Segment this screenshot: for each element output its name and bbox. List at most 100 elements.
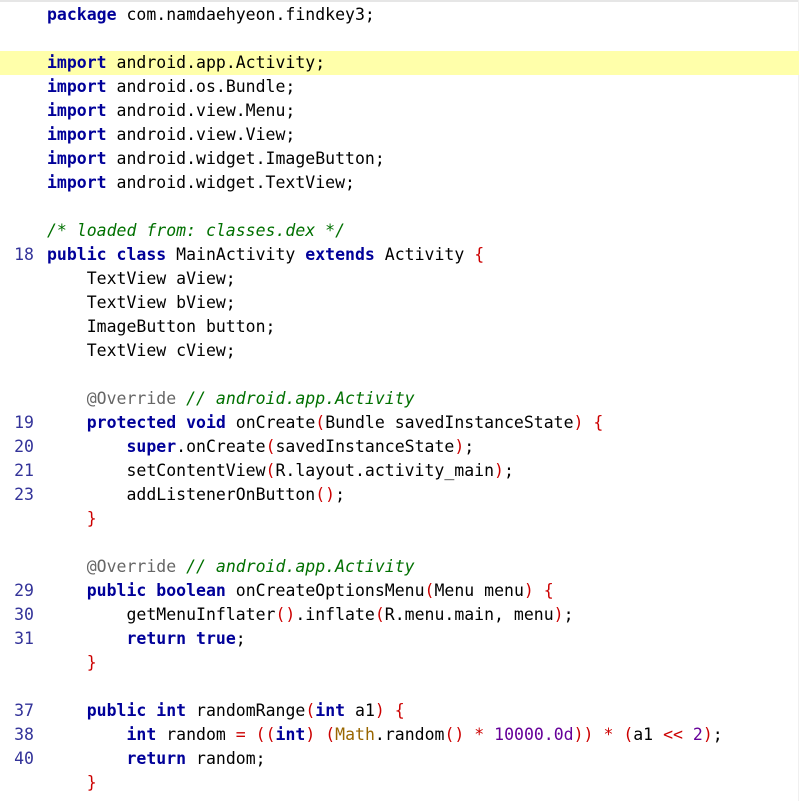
code-token: android.app.Activity; [106,53,326,72]
code-line[interactable]: TextView cView; [0,339,799,363]
code-line[interactable]: 37 public int randomRange(int a1) { [0,699,799,723]
code-line[interactable]: package com.namdaehyeon.findkey3; [0,3,799,27]
line-number: 38 [14,725,34,744]
code-line[interactable] [0,27,799,51]
code-line[interactable]: 29 public boolean onCreateOptionsMenu(Me… [0,579,799,603]
code-line[interactable]: 38 int random = ((int) (Math.random() * … [0,723,799,747]
code-line[interactable]: TextView aView; [0,267,799,291]
line-number: 18 [14,245,34,264]
code-token: { [394,701,405,720]
code-token: android.os.Bundle; [106,77,296,96]
code-token: android.widget.TextView; [106,173,355,192]
code-token: ( [265,461,276,480]
code-text: protected void onCreate(Bundle savedInst… [47,411,604,435]
code-token: addListenerOnButton [47,485,316,504]
code-line[interactable]: import android.widget.TextView; [0,171,799,195]
code-token: R.menu.main, menu [384,605,554,624]
code-token: TextView aView; [47,269,236,288]
code-text: setContentView(R.layout.activity_main); [47,459,513,483]
code-token: savedInstanceState [275,437,455,456]
code-line[interactable] [0,195,799,219]
code-line[interactable]: 21 setContentView(R.layout.activity_main… [0,459,799,483]
code-line[interactable]: 40 return random; [0,747,799,771]
code-line[interactable]: 30 getMenuInflater().inflate(R.menu.main… [0,603,799,627]
code-token: void [186,413,226,432]
code-token: /* loaded from: classes.dex */ [47,221,346,240]
code-token: ( [424,581,435,600]
code-text: public class MainActivity extends Activi… [47,243,484,267]
code-text: import android.view.View; [47,123,295,147]
code-token: boolean [156,581,226,600]
code-line[interactable] [0,531,799,555]
code-line[interactable]: import android.view.Menu; [0,99,799,123]
code-line[interactable]: import android.widget.ImageButton; [0,147,799,171]
code-token: { [593,413,604,432]
code-token: // android.app.Activity [176,557,415,576]
code-text: getMenuInflater().inflate(R.menu.main, m… [47,603,574,627]
code-line[interactable] [0,363,799,387]
code-token: ) [523,581,534,600]
code-token: a1 [345,701,375,720]
code-token: import [47,149,107,168]
code-line[interactable]: 20 super.onCreate(savedInstanceState); [0,435,799,459]
code-token: onCreateOptionsMenu [225,581,425,600]
code-token: { [474,245,485,264]
code-text: public int randomRange(int a1) { [47,699,405,723]
code-text: super.onCreate(savedInstanceState); [47,435,474,459]
code-token: @Override [86,389,177,408]
code-token: android.widget.ImageButton; [106,149,385,168]
code-line[interactable]: 23 addListenerOnButton(); [0,483,799,507]
code-line[interactable]: } [0,507,799,531]
code-text: import android.view.Menu; [47,99,295,123]
code-line[interactable]: } [0,771,799,795]
code-token: public [47,245,107,264]
code-line[interactable]: /* loaded from: classes.dex */ [0,219,799,243]
code-line[interactable]: 31 return true; [0,627,799,651]
code-token: ; [335,485,346,504]
code-token: TextView cView; [47,341,236,360]
code-line[interactable]: @Override // android.app.Activity [0,387,799,411]
code-line[interactable]: 19 protected void onCreate(Bundle savedI… [0,411,799,435]
code-line-current[interactable]: import android.app.Activity; [0,51,799,75]
code-token: ( [374,605,385,624]
code-token: super [126,437,177,456]
line-number: 37 [14,701,34,720]
line-number: 21 [14,461,34,480]
code-token: Menu menu [434,581,524,600]
code-text: } [47,771,97,795]
code-editor[interactable]: package com.namdaehyeon.findkey3; import … [0,3,799,795]
code-line[interactable]: 18 public class MainActivity extends Acti… [0,243,799,267]
code-token: * [474,725,485,744]
code-text: import android.os.Bundle; [47,75,295,99]
code-line[interactable] [0,675,799,699]
code-token: ; [235,629,246,648]
code-line[interactable]: @Override // android.app.Activity [0,555,799,579]
code-token: ( [325,725,336,744]
code-text: return random; [47,747,265,771]
code-token: } [86,509,97,528]
code-line[interactable]: TextView bView; [0,291,799,315]
top-border [0,0,799,2]
code-token: R.layout.activity_main [275,461,495,480]
code-token: // android.app.Activity [176,389,415,408]
code-line[interactable]: import android.os.Bundle; [0,75,799,99]
code-line[interactable]: import android.view.View; [0,123,799,147]
code-text: int random = ((int) (Math.random() * 100… [47,723,722,747]
code-token: MainActivity [166,245,306,264]
code-token: Bundle savedInstanceState [325,413,574,432]
code-token: android.view.View; [106,125,296,144]
code-line[interactable]: } [0,651,799,675]
code-token: ; [563,605,574,624]
code-line[interactable]: ImageButton button; [0,315,799,339]
code-text: public boolean onCreateOptionsMenu(Menu … [47,579,554,603]
code-token: protected [86,413,177,432]
code-token: int [275,725,306,744]
